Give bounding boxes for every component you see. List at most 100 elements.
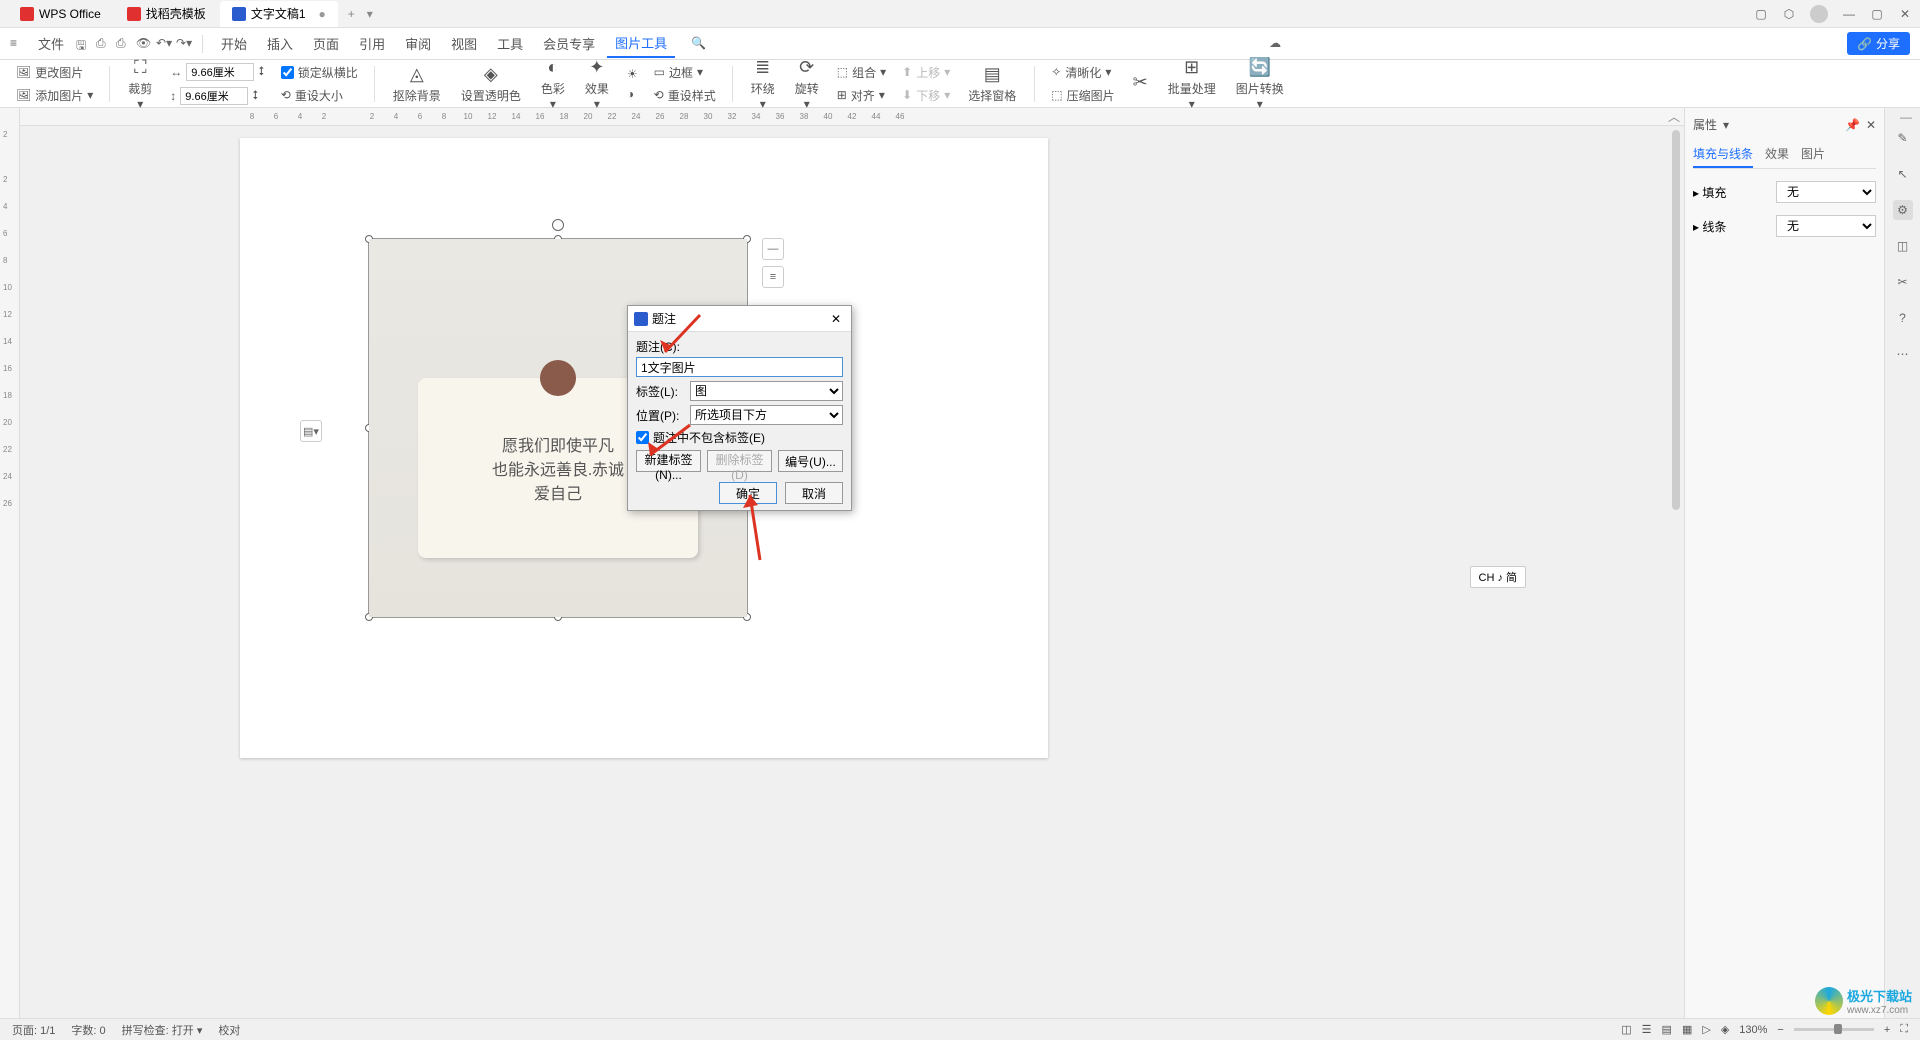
stepper-icon[interactable]: ⭥ xyxy=(258,64,264,79)
menu-page[interactable]: 页面 xyxy=(305,30,347,57)
tab-picture[interactable]: 图片 xyxy=(1801,141,1825,168)
ok-button[interactable]: 确定 xyxy=(719,482,777,504)
chevron-down-icon[interactable]: ▾ xyxy=(1723,118,1729,132)
lock-ratio-check[interactable]: 锁定纵横比 xyxy=(277,62,362,83)
zoom-slider[interactable] xyxy=(1794,1028,1874,1031)
contrast-button[interactable]: ◑ xyxy=(623,85,642,103)
cube-icon[interactable]: ⬡ xyxy=(1782,7,1796,21)
view-icon[interactable]: ▤ xyxy=(1662,1023,1672,1036)
view-icon[interactable]: ☰ xyxy=(1642,1023,1652,1036)
layers-icon[interactable]: ◫ xyxy=(1893,236,1913,256)
print-icon[interactable]: ⎙ xyxy=(116,36,132,52)
tools-icon[interactable]: ✂ xyxy=(1893,272,1913,292)
document-tab[interactable]: 文字文稿1 ● xyxy=(220,1,338,27)
preview-icon[interactable]: 👁 xyxy=(136,36,152,52)
set-transparent-button[interactable]: ◈设置透明色 xyxy=(455,62,527,106)
combine-button[interactable]: ⬚组合▾ xyxy=(833,62,890,83)
label-select[interactable]: 图 xyxy=(690,381,843,401)
convert-button[interactable]: 🔄图片转换▾ xyxy=(1230,55,1290,113)
rotate-handle[interactable] xyxy=(552,219,564,231)
settings-icon[interactable]: ⚙ xyxy=(1893,200,1913,220)
cloud-icon[interactable]: ☁ xyxy=(1269,36,1285,52)
delete-label-button[interactable]: 删除标签(D) xyxy=(707,450,772,472)
zoom-in-icon[interactable]: + xyxy=(1884,1024,1890,1036)
minimize-panel-icon[interactable]: — xyxy=(1900,110,1912,124)
pin-icon[interactable]: 📌 xyxy=(1845,118,1860,132)
app-tab[interactable]: WPS Office xyxy=(8,1,113,27)
lock-ratio-checkbox[interactable] xyxy=(281,66,294,79)
tab-effect[interactable]: 效果 xyxy=(1765,141,1789,168)
selection-pane-button[interactable]: ▤选择窗格 xyxy=(962,62,1022,106)
search-icon[interactable]: 🔍 xyxy=(691,36,707,52)
color-button[interactable]: ◐色彩▾ xyxy=(535,55,571,113)
tab-menu-button[interactable]: ▾ xyxy=(363,7,377,21)
cursor-icon[interactable]: ↖ xyxy=(1893,164,1913,184)
avatar-icon[interactable] xyxy=(1810,5,1828,23)
tab-close-icon[interactable]: ● xyxy=(319,7,326,21)
reset-size-button[interactable]: ⟲重设大小 xyxy=(277,85,362,106)
caption-input[interactable] xyxy=(636,357,843,377)
width-input[interactable] xyxy=(186,63,254,81)
menu-picture-tools[interactable]: 图片工具 xyxy=(607,29,675,58)
tab-fill-line[interactable]: 填充与线条 xyxy=(1693,141,1753,168)
move-down-button[interactable]: ⬇下移▾ xyxy=(898,85,954,106)
close-panel-icon[interactable]: ✕ xyxy=(1866,118,1876,132)
view-icon[interactable]: ▦ xyxy=(1682,1023,1692,1036)
menu-icon[interactable]: ≡ xyxy=(10,36,26,52)
dialog-close-icon[interactable]: ✕ xyxy=(827,310,845,328)
export-icon[interactable]: ⎙ xyxy=(96,36,112,52)
crop-tool-button[interactable]: ✂ xyxy=(1127,70,1154,97)
numbering-button[interactable]: 编号(U)... xyxy=(778,450,843,472)
more-icon[interactable]: ⋯ xyxy=(1893,344,1913,364)
view-icon[interactable]: ◈ xyxy=(1721,1023,1729,1036)
change-image-button[interactable]: 🖼更改图片 xyxy=(12,62,97,83)
page-status[interactable]: 页面: 1/1 xyxy=(12,1022,55,1038)
clarity-button[interactable]: ✧清晰化▾ xyxy=(1047,62,1118,83)
crop-button[interactable]: ⛶裁剪▾ xyxy=(122,55,158,113)
line-select[interactable]: 无 xyxy=(1776,215,1876,237)
reset-style-button[interactable]: ⟲重设样式 xyxy=(650,85,720,106)
batch-button[interactable]: ⊞批量处理▾ xyxy=(1162,55,1222,113)
layout-button[interactable]: ≡ xyxy=(762,266,784,288)
scroll-thumb[interactable] xyxy=(1672,130,1680,510)
position-select[interactable]: 所选项目下方 xyxy=(690,405,843,425)
menu-review[interactable]: 审阅 xyxy=(397,30,439,57)
view-icon[interactable]: ◫ xyxy=(1621,1023,1631,1036)
fill-select[interactable]: 无 xyxy=(1776,181,1876,203)
exclude-label-checkbox[interactable] xyxy=(636,431,649,444)
maximize-icon[interactable]: ▢ xyxy=(1870,7,1884,21)
effect-button[interactable]: ✦效果▾ xyxy=(579,55,615,113)
new-label-button[interactable]: 新建标签(N)... xyxy=(636,450,701,472)
dialog-titlebar[interactable]: 题注 ✕ xyxy=(628,306,851,332)
wrap-button[interactable]: ≣环绕▾ xyxy=(745,55,781,113)
menu-member[interactable]: 会员专享 xyxy=(535,30,603,57)
template-tab[interactable]: 找稻壳模板 xyxy=(115,1,218,27)
document-area[interactable]: 8642246810121416182022242628303234363840… xyxy=(20,108,1684,1018)
cancel-button[interactable]: 取消 xyxy=(785,482,843,504)
menu-tools[interactable]: 工具 xyxy=(489,30,531,57)
ribbon-collapse-icon[interactable]: ︿ xyxy=(1666,108,1682,124)
menu-insert[interactable]: 插入 xyxy=(259,30,301,57)
menu-view[interactable]: 视图 xyxy=(443,30,485,57)
border-button[interactable]: ▭边框▾ xyxy=(650,62,720,83)
ime-badge[interactable]: CH ♪ 简 xyxy=(1470,566,1527,588)
rotate-button[interactable]: ⟳旋转▾ xyxy=(789,55,825,113)
window-icon[interactable]: ▢ xyxy=(1754,7,1768,21)
brightness-button[interactable]: ☀ xyxy=(623,65,642,83)
view-icon[interactable]: ▷ xyxy=(1702,1023,1710,1036)
proof-status[interactable]: 校对 xyxy=(218,1022,240,1038)
file-menu[interactable]: 文件 xyxy=(30,30,72,57)
pencil-icon[interactable]: ✎ xyxy=(1893,128,1913,148)
layout-options-button[interactable]: ▤▾ xyxy=(300,420,322,442)
move-up-button[interactable]: ⬆上移▾ xyxy=(898,62,954,83)
menu-start[interactable]: 开始 xyxy=(213,30,255,57)
save-icon[interactable]: 🖫 xyxy=(76,36,92,52)
redo-icon[interactable]: ↷▾ xyxy=(176,36,192,52)
compress-button[interactable]: ⬚压缩图片 xyxy=(1047,85,1118,106)
fullscreen-icon[interactable]: ⛶ xyxy=(1900,1023,1908,1036)
zoom-value[interactable]: 130% xyxy=(1739,1024,1767,1036)
vertical-scrollbar[interactable] xyxy=(1672,130,1682,998)
collapse-button[interactable]: — xyxy=(762,238,784,260)
help-icon[interactable]: ? xyxy=(1893,308,1913,328)
new-tab-button[interactable]: + xyxy=(340,7,363,21)
